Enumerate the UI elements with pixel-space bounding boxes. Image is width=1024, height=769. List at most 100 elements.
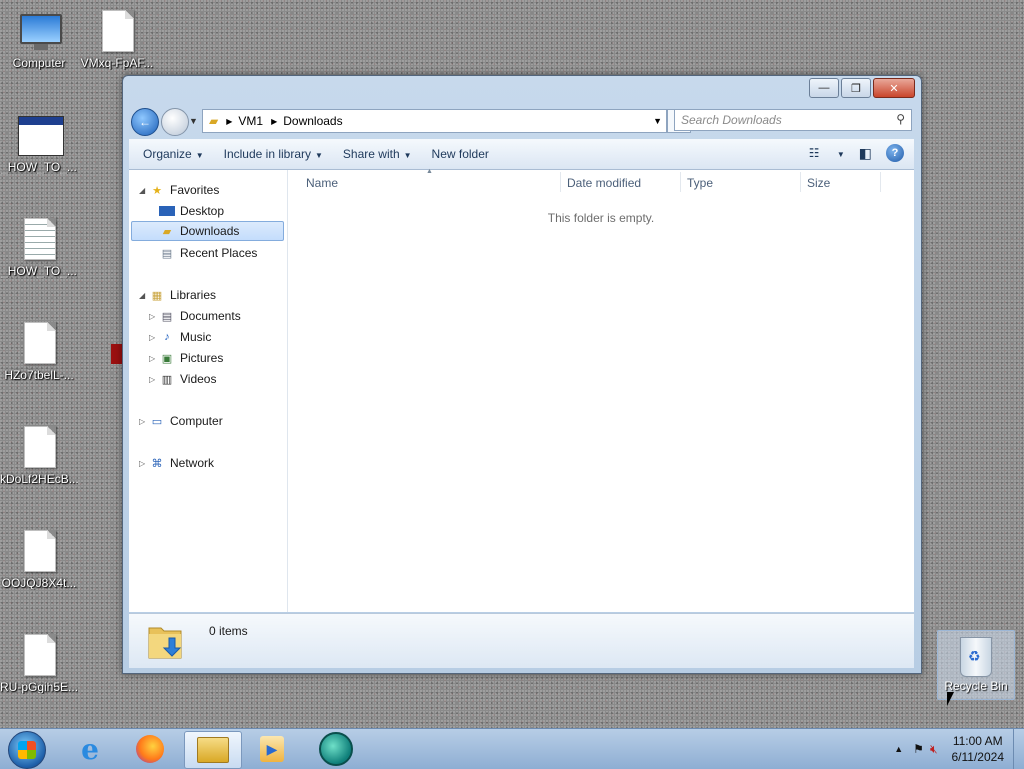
desktop-icon-label: VMxq-FpAF...	[80, 56, 154, 70]
forward-button[interactable]	[161, 108, 189, 136]
include-in-library-menu[interactable]: Include in library ▼	[224, 147, 323, 161]
tree-item-music[interactable]: ▷ ♪ Music	[149, 327, 211, 347]
tree-label: Music	[180, 330, 212, 344]
column-header-date-modified[interactable]: Date modified	[567, 176, 641, 190]
tree-item-pictures[interactable]: ▷ ▣ Pictures	[149, 348, 223, 368]
expand-arrow-icon[interactable]: ▷	[149, 354, 159, 363]
computer-icon: ▭	[151, 415, 163, 428]
taskbar-internet-explorer[interactable]: e	[62, 731, 118, 767]
document-icon	[96, 8, 138, 52]
expand-arrow-icon[interactable]: ▷	[139, 417, 149, 426]
clock-date: 6/11/2024	[951, 750, 1005, 764]
breadcrumb-downloads[interactable]: Downloads	[283, 114, 342, 128]
breadcrumb-vm1[interactable]: VM1	[238, 114, 263, 128]
start-button[interactable]	[8, 731, 46, 769]
tree-label: Downloads	[180, 224, 240, 238]
navigation-bar: ← ▼ ▰ ▶ VM1 ▶ Downloads ▼ ⇆ Search Downl…	[129, 106, 915, 136]
expand-arrow-icon[interactable]: ▷	[149, 312, 159, 321]
desktop-icon-label: HZo7tbelL-...	[4, 368, 74, 382]
clock[interactable]: 11:00 AM 6/11/2024	[952, 733, 1005, 765]
desktop-icon-label: _HOW_TO_...	[1, 264, 77, 278]
tree-item-desktop[interactable]: Desktop	[159, 201, 224, 221]
expand-arrow-icon[interactable]: ▷	[149, 375, 159, 384]
tree-network[interactable]: ▷ ⌘ Network	[139, 453, 214, 473]
new-folder-button[interactable]: New folder	[432, 147, 489, 161]
media-player-icon: ▶	[260, 736, 284, 762]
tree-libraries[interactable]: ◢ ▦ Libraries	[139, 285, 216, 305]
window-fragment	[111, 344, 122, 364]
downloads-folder-icon	[148, 627, 182, 659]
details-pane: 0 items	[129, 613, 914, 668]
column-header-name[interactable]: Name	[306, 176, 338, 190]
column-separator[interactable]	[880, 172, 881, 192]
desktop-icon-recycle-bin[interactable]: Recycle Bin	[937, 630, 1015, 700]
desktop-icon-file[interactable]: kDoLf2HEcB...	[0, 424, 78, 486]
collapse-arrow-icon[interactable]: ◢	[139, 291, 149, 300]
help-icon[interactable]: ?	[886, 144, 904, 162]
tree-label: Videos	[180, 372, 217, 386]
desktop-icon-file[interactable]: _HOW_TO_...	[0, 216, 78, 278]
empty-folder-message: This folder is empty.	[547, 211, 655, 225]
expand-arrow-icon[interactable]: ▷	[139, 459, 149, 468]
recent-pages-dropdown[interactable]: ▼	[189, 116, 198, 126]
document-icon	[18, 320, 60, 364]
show-hidden-icons-icon[interactable]: ▲	[894, 744, 903, 754]
preview-pane-icon[interactable]: ◧	[859, 145, 872, 162]
desktop-icon-label: _HOW_TO_...	[1, 160, 77, 174]
desktop-icon-computer[interactable]: Computer	[0, 8, 78, 70]
desktop-icon-label: Recycle Bin	[944, 679, 1008, 693]
action-center-flag-icon[interactable]: ⚑	[913, 742, 924, 756]
collapse-arrow-icon[interactable]: ◢	[139, 186, 149, 195]
text-document-icon	[18, 216, 60, 260]
breadcrumb-arrow-icon[interactable]: ▶	[226, 117, 232, 126]
search-icon[interactable]: ⚲	[896, 112, 905, 126]
desktop-icon-file[interactable]: VMxq-FpAF...	[78, 8, 156, 70]
desktop-icon-label: kDoLf2HEcB...	[0, 472, 78, 486]
column-header-size[interactable]: Size	[807, 176, 830, 190]
breadcrumb-arrow-icon[interactable]: ▶	[271, 117, 277, 126]
desktop-icon-file[interactable]: OOJQJ8X4t...	[0, 528, 78, 590]
tree-item-recent-places[interactable]: ▤ Recent Places	[159, 243, 258, 263]
taskbar-app[interactable]	[308, 731, 364, 767]
taskbar-firefox[interactable]	[122, 731, 178, 767]
tree-label: Pictures	[180, 351, 224, 365]
address-bar[interactable]: ▰ ▶ VM1 ▶ Downloads ▼	[202, 109, 667, 133]
taskbar-file-explorer[interactable]	[184, 731, 242, 769]
tree-computer[interactable]: ▷ ▭ Computer	[139, 411, 223, 431]
organize-menu[interactable]: Organize ▼	[143, 147, 204, 161]
desktop-icon-file[interactable]: RU-pGgih5E...	[0, 632, 78, 694]
volume-muted-icon[interactable]: 🔇︎	[930, 742, 938, 757]
address-dropdown-icon[interactable]: ▼	[653, 116, 662, 126]
computer-icon	[18, 8, 62, 52]
column-separator[interactable]	[680, 172, 681, 192]
chevron-down-icon: ▼	[315, 151, 323, 160]
recycle-bin-icon	[960, 637, 992, 677]
tree-favorites[interactable]: ◢ ★ Favorites	[139, 180, 219, 200]
close-button[interactable]: ✕	[873, 78, 915, 98]
search-input[interactable]: Search Downloads ⚲	[674, 109, 912, 131]
tree-item-videos[interactable]: ▷ ▥ Videos	[149, 369, 216, 389]
expand-arrow-icon[interactable]: ▷	[149, 333, 159, 342]
share-with-menu[interactable]: Share with ▼	[343, 147, 412, 161]
column-header-type[interactable]: Type	[687, 176, 713, 190]
show-desktop-button[interactable]	[1013, 729, 1024, 769]
desktop-icon-file[interactable]: HZo7tbelL-...	[0, 320, 78, 382]
back-button[interactable]: ←	[131, 108, 159, 136]
column-separator[interactable]	[800, 172, 801, 192]
videos-icon: ▥	[161, 373, 173, 386]
tree-label: Computer	[170, 414, 223, 428]
taskbar-media-player[interactable]: ▶	[244, 731, 300, 767]
column-separator[interactable]	[560, 172, 561, 192]
star-icon: ★	[152, 184, 162, 197]
tree-item-downloads[interactable]: ▰ Downloads	[131, 221, 284, 241]
search-placeholder: Search Downloads	[681, 113, 782, 127]
view-controls: ☷ ▼ ◧ ?	[795, 144, 904, 162]
file-list: Name ▲ Date modified Type Size This fold…	[288, 168, 914, 612]
minimize-button[interactable]: —	[809, 78, 839, 98]
document-icon	[18, 528, 60, 572]
desktop-icon-file[interactable]: _HOW_TO_...	[0, 112, 78, 174]
change-view-icon[interactable]: ☷ ▼	[809, 146, 845, 160]
file-explorer-icon	[197, 737, 229, 763]
maximize-button[interactable]: ❐	[841, 78, 871, 98]
tree-item-documents[interactable]: ▷ ▤ Documents	[149, 306, 241, 326]
